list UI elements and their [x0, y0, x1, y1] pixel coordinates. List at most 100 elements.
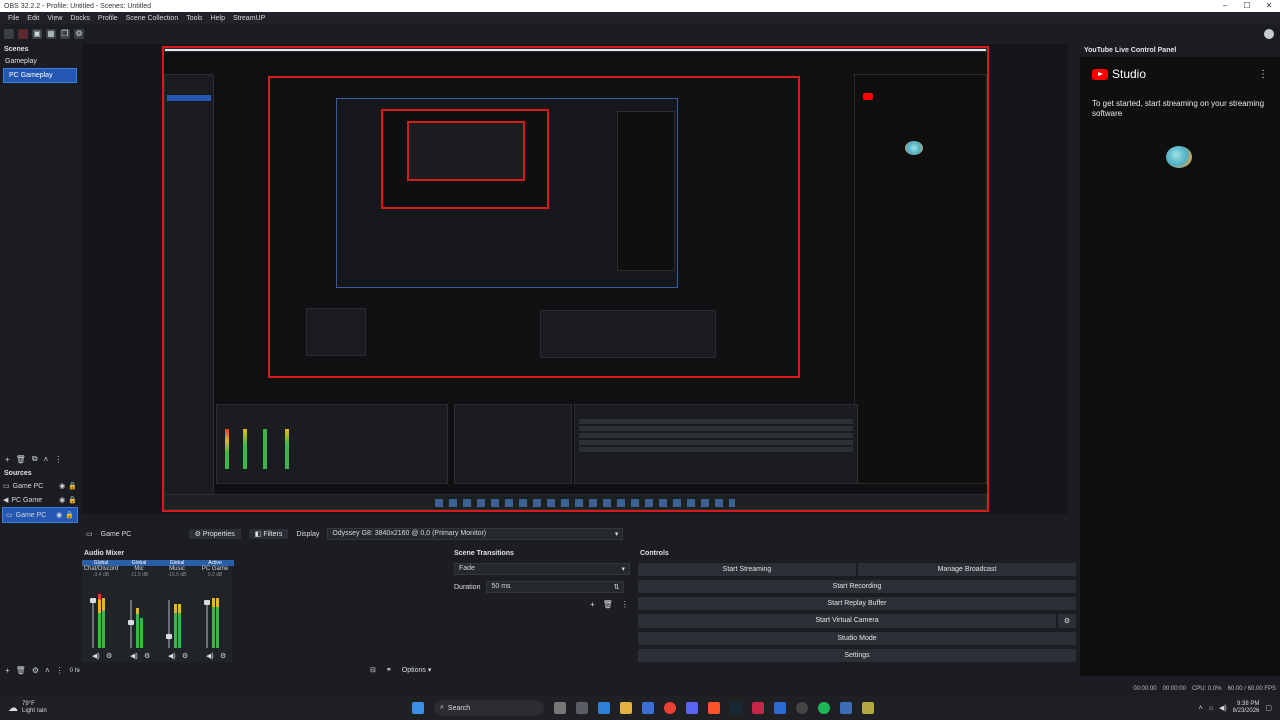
menu-scene-collection[interactable]: Scene Collection	[122, 15, 183, 22]
menu-view[interactable]: View	[43, 15, 66, 22]
speaker-icon[interactable]: ◀)	[92, 652, 100, 660]
menu-edit[interactable]: Edit	[23, 15, 43, 22]
remove-icon[interactable]: 🗑	[603, 600, 613, 609]
gear-icon[interactable]: ⚙	[106, 652, 112, 660]
task-view-icon[interactable]	[554, 702, 566, 714]
taskbar-search[interactable]: ⌕ Search	[434, 700, 544, 716]
settings-button[interactable]: Settings	[638, 649, 1076, 662]
scenes-title: Scenes	[4, 46, 29, 53]
speaker-icon[interactable]: ◀)	[130, 652, 138, 660]
steam-icon[interactable]	[730, 702, 742, 714]
menu-help[interactable]: Help	[207, 15, 229, 22]
gear-icon[interactable]: ⚙	[182, 652, 188, 660]
maximize-icon[interactable]: ☐	[1236, 0, 1258, 12]
filters-button[interactable]: ◧ Filters	[248, 529, 289, 539]
studio-mode-button[interactable]: Studio Mode	[638, 632, 1076, 645]
gear-icon[interactable]: ⚙	[144, 652, 150, 660]
menu-profile[interactable]: Profile	[94, 15, 122, 22]
menu-file[interactable]: File	[4, 15, 23, 22]
folder-icon[interactable]	[620, 702, 632, 714]
display-select[interactable]: Odyssey G8: 3840x2160 @ 0,0 (Primary Mon…	[327, 528, 624, 540]
more-icon[interactable]: ⋮	[56, 666, 64, 675]
app-icon[interactable]	[774, 702, 786, 714]
source-row[interactable]: ▭ Game PC ◉ 🔒	[0, 479, 80, 493]
lock-icon[interactable]: 🔒	[68, 482, 77, 490]
more-vert-icon[interactable]: ⋮	[1258, 69, 1268, 80]
minimize-icon[interactable]: –	[1214, 0, 1236, 12]
network-icon[interactable]: ⌂	[1209, 705, 1213, 712]
toolbar-icon-1[interactable]	[4, 29, 14, 39]
remove-source-icon[interactable]: 🗑	[16, 666, 26, 675]
app-icon[interactable]	[752, 702, 764, 714]
clock[interactable]: 9:38 PM 8/23/2026	[1233, 701, 1260, 715]
volume-fader[interactable]	[206, 600, 208, 648]
remove-scene-icon[interactable]: 🗑	[16, 455, 26, 464]
obs-icon[interactable]	[796, 702, 808, 714]
scene-item-pc-gameplay[interactable]: PC Gameplay	[3, 68, 77, 83]
source-row[interactable]: ▭ Game PC ◉ 🔒	[2, 507, 78, 523]
app-icon[interactable]	[840, 702, 852, 714]
add-icon[interactable]: +	[590, 600, 595, 609]
add-scene-icon[interactable]: +	[5, 455, 10, 464]
lock-icon[interactable]: 🔒	[68, 496, 77, 504]
fader-handle[interactable]	[166, 634, 172, 639]
link-icon[interactable]: ⚭	[386, 666, 392, 674]
discord-icon[interactable]	[686, 702, 698, 714]
scene-item-gameplay[interactable]: Gameplay	[0, 55, 80, 68]
eye-icon[interactable]: ◉	[59, 496, 65, 504]
brave-icon[interactable]	[708, 702, 720, 714]
move-up-icon[interactable]: ˄	[45, 666, 50, 675]
add-source-icon[interactable]: +	[5, 666, 10, 675]
manage-broadcast-button[interactable]: Manage Broadcast	[858, 563, 1076, 576]
menu-tools[interactable]: Tools	[182, 15, 206, 22]
volume-icon[interactable]: ◀)	[1219, 704, 1227, 712]
camera-icon[interactable]: ▣	[32, 29, 42, 39]
gear-icon[interactable]: ⚙	[220, 652, 226, 660]
close-icon[interactable]: ✕	[1258, 0, 1280, 12]
move-up-icon[interactable]: ˄	[44, 455, 49, 464]
start-replay-buffer-button[interactable]: Start Replay Buffer	[638, 597, 1076, 610]
start-streaming-button[interactable]: Start Streaming	[638, 563, 856, 576]
volume-fader[interactable]	[92, 600, 94, 648]
duration-spinbox[interactable]: 50 ms ⇅	[486, 581, 625, 593]
volume-fader[interactable]	[168, 600, 170, 648]
windows-start-icon[interactable]	[412, 702, 424, 714]
store-icon[interactable]	[642, 702, 654, 714]
gear-icon[interactable]: ⚙	[1058, 614, 1076, 628]
edge-icon[interactable]	[598, 702, 610, 714]
weather-widget[interactable]: ☁ 79°F Light rain	[0, 701, 100, 715]
toolbar-icon-2[interactable]	[18, 29, 28, 39]
eye-icon[interactable]: ◉	[59, 482, 65, 490]
gear-icon[interactable]: ⚙	[74, 29, 84, 39]
fader-handle[interactable]	[128, 620, 134, 625]
options-button[interactable]: Options ▾	[402, 666, 432, 674]
fader-handle[interactable]	[90, 598, 96, 603]
eye-icon[interactable]: ◉	[56, 511, 62, 519]
properties-button[interactable]: ⚙ Properties	[188, 529, 241, 539]
speaker-icon[interactable]: ◀)	[206, 652, 214, 660]
fader-handle[interactable]	[204, 600, 210, 605]
app-icon[interactable]	[576, 702, 588, 714]
preview-canvas[interactable]	[162, 46, 989, 512]
grid-icon[interactable]: ▦	[46, 29, 56, 39]
settings-icon[interactable]: ⚙	[32, 666, 39, 675]
source-row[interactable]: ◀ PC Game ◉ 🔒	[0, 493, 80, 507]
transition-select[interactable]: Fade ▾	[454, 563, 630, 575]
lock-icon[interactable]: 🔒	[65, 511, 74, 519]
app-icon[interactable]	[862, 702, 874, 714]
speaker-icon[interactable]: ◀)	[168, 652, 176, 660]
menu-streamup[interactable]: StreamUP	[229, 15, 269, 22]
spotify-icon[interactable]	[818, 702, 830, 714]
menu-docks[interactable]: Docks	[66, 15, 93, 22]
profile-icon[interactable]	[1264, 29, 1274, 39]
chrome-icon[interactable]	[664, 702, 676, 714]
notification-icon[interactable]: ▢	[1265, 704, 1272, 712]
start-recording-button[interactable]: Start Recording	[638, 580, 1076, 593]
chevron-up-icon[interactable]: ˄	[1199, 705, 1203, 712]
copy-icon[interactable]: ❐	[60, 29, 70, 39]
start-virtual-camera-button[interactable]: Start Virtual Camera	[638, 614, 1056, 628]
layout-icon[interactable]: ⊟	[370, 666, 376, 674]
more-icon[interactable]: ⋮	[54, 455, 62, 464]
more-icon[interactable]: ⋮	[621, 600, 629, 609]
filter-icon[interactable]: ⧉	[32, 454, 38, 464]
